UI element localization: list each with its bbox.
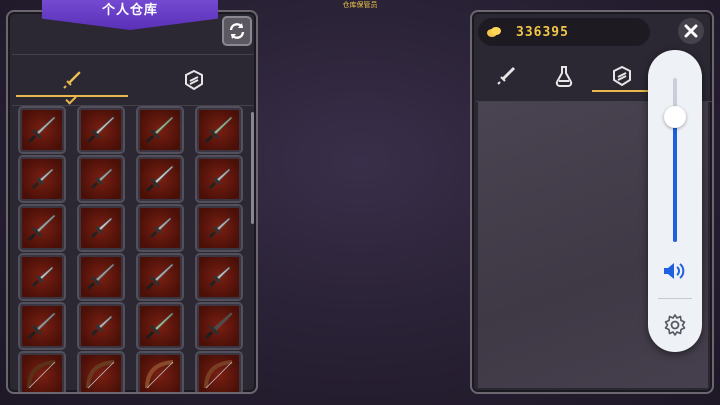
sword-icon xyxy=(145,116,174,144)
item-slot[interactable] xyxy=(20,255,64,299)
volume-popup xyxy=(648,50,702,352)
speaker-icon xyxy=(664,263,685,279)
item-slot[interactable] xyxy=(197,108,241,152)
item-slot[interactable] xyxy=(79,353,123,392)
volume-slider[interactable] xyxy=(673,78,677,242)
scrollbar[interactable] xyxy=(251,112,254,224)
personal-warehouse-panel xyxy=(6,10,258,394)
sword-icon xyxy=(204,312,233,340)
sword-icon xyxy=(63,71,81,89)
dagger-icon xyxy=(149,217,172,239)
bow-icon xyxy=(145,360,174,389)
armor-icon xyxy=(613,66,631,86)
sword-icon xyxy=(27,312,56,340)
item-slot[interactable] xyxy=(79,157,123,201)
left-tab-bar xyxy=(12,54,254,106)
gold-amount: 336395 xyxy=(516,24,569,40)
item-slot[interactable] xyxy=(20,157,64,201)
gold-display: 336395 xyxy=(478,18,650,46)
popup-divider xyxy=(658,298,692,299)
sword-icon xyxy=(27,116,56,144)
refresh-button[interactable] xyxy=(222,16,252,46)
potion-icon xyxy=(555,66,573,87)
dagger-icon xyxy=(208,266,231,288)
armor-icon xyxy=(185,70,203,90)
close-icon xyxy=(684,24,698,38)
dagger-icon xyxy=(208,217,231,239)
item-slot[interactable] xyxy=(138,255,182,299)
tab-weapon-shop[interactable] xyxy=(476,52,536,100)
close-button[interactable] xyxy=(678,18,704,44)
item-slot[interactable] xyxy=(197,255,241,299)
item-slot[interactable] xyxy=(197,353,241,392)
bow-icon xyxy=(86,360,115,389)
sword-icon xyxy=(27,214,56,242)
volume-slider-fill xyxy=(673,117,677,242)
item-slot[interactable] xyxy=(138,157,182,201)
dagger-icon xyxy=(31,168,54,190)
dagger-icon xyxy=(90,217,113,239)
tab-potion[interactable] xyxy=(534,52,594,100)
settings-button[interactable] xyxy=(662,312,688,338)
dagger-icon xyxy=(90,168,113,190)
sword-icon xyxy=(145,165,174,193)
sword-icon xyxy=(497,66,516,85)
item-slot[interactable] xyxy=(79,255,123,299)
refresh-icon xyxy=(229,23,245,39)
bow-icon xyxy=(27,360,56,389)
tab-armor[interactable] xyxy=(134,55,254,105)
tab-active-underline xyxy=(592,90,652,92)
sword-icon xyxy=(204,116,233,144)
sword-icon xyxy=(86,263,115,291)
item-slot[interactable] xyxy=(138,353,182,392)
item-slot[interactable] xyxy=(138,206,182,250)
sword-icon xyxy=(145,263,174,291)
gold-coin-icon xyxy=(487,27,501,37)
volume-slider-knob[interactable] xyxy=(664,106,686,129)
item-slot[interactable] xyxy=(20,108,64,152)
tab-armor-shop[interactable] xyxy=(592,52,652,100)
dagger-icon xyxy=(208,168,231,190)
item-slot[interactable] xyxy=(79,304,123,348)
item-slot[interactable] xyxy=(79,206,123,250)
bow-icon xyxy=(204,360,233,389)
item-slot[interactable] xyxy=(138,304,182,348)
dagger-icon xyxy=(31,266,54,288)
item-grid xyxy=(18,106,254,392)
item-slot[interactable] xyxy=(20,304,64,348)
tab-weapon[interactable] xyxy=(12,55,132,105)
sword-icon xyxy=(86,116,115,144)
sword-icon xyxy=(145,312,174,340)
item-slot[interactable] xyxy=(197,304,241,348)
item-slot[interactable] xyxy=(20,206,64,250)
item-slot[interactable] xyxy=(79,108,123,152)
item-slot[interactable] xyxy=(197,206,241,250)
dagger-icon xyxy=(90,315,113,337)
gear-icon xyxy=(664,314,686,336)
speaker-button[interactable] xyxy=(662,258,688,284)
item-slot[interactable] xyxy=(197,157,241,201)
item-slot[interactable] xyxy=(20,353,64,392)
item-slot[interactable] xyxy=(138,108,182,152)
